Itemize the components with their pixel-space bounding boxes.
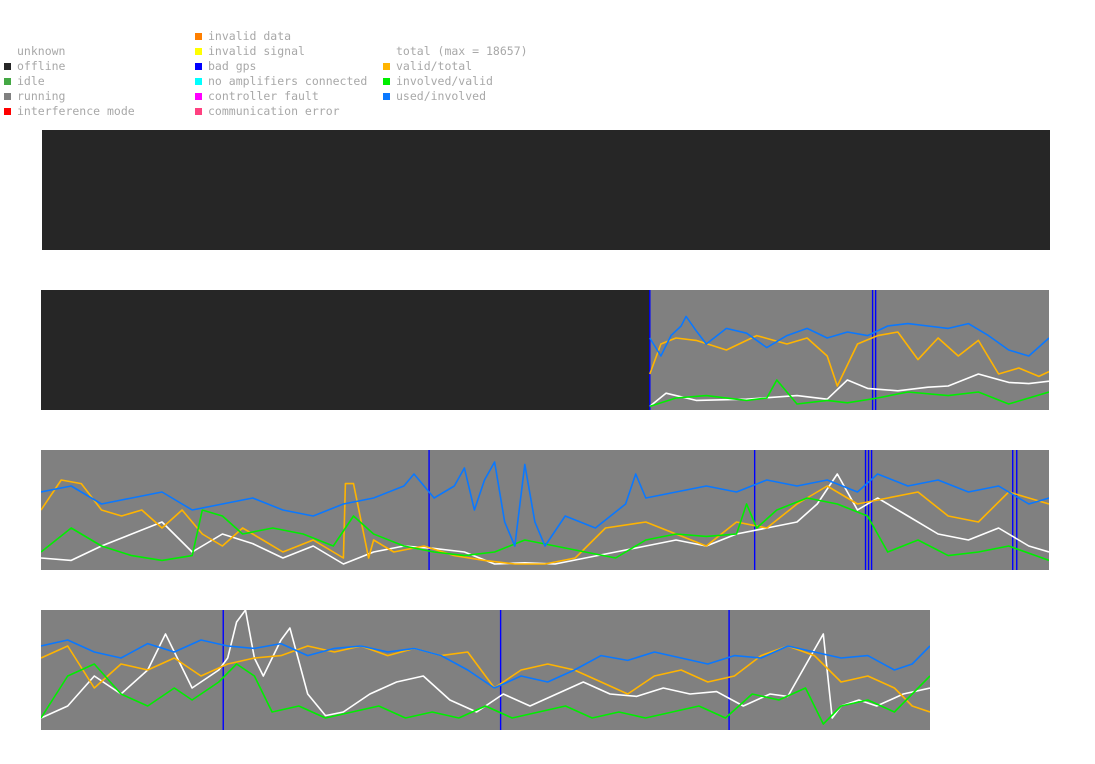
- legend-running: running: [4, 89, 65, 104]
- legend-swatch: [195, 93, 202, 100]
- legend-swatch: [195, 108, 202, 115]
- legend-unknown: unknown: [17, 44, 66, 58]
- legend-invalid-signal: invalid signal: [195, 44, 305, 59]
- legend-offline: offline: [4, 59, 65, 74]
- state-running: [41, 610, 930, 730]
- legend-controller-fault: controller fault: [195, 89, 319, 104]
- strip-3-plot: [41, 450, 1049, 570]
- legend-swatch: [4, 108, 11, 115]
- legend-swatch: [383, 93, 390, 100]
- strip-2-plot: [41, 290, 1049, 410]
- legend-no-amplifiers-connected: no amplifiers connected: [195, 74, 367, 89]
- legend-swatch: [195, 33, 202, 40]
- legend-swatch: [4, 78, 11, 85]
- legend-bad-gps: bad gps: [195, 59, 256, 74]
- strip-4: [41, 610, 930, 730]
- legend-swatch: [195, 63, 202, 70]
- strip-4-plot: [41, 610, 930, 730]
- legend-valid-total: valid/total: [383, 59, 472, 74]
- state-offline: [42, 130, 1050, 250]
- legend-interference-mode: interference mode: [4, 104, 135, 119]
- legend-communication-error: communication error: [195, 104, 340, 119]
- legend-swatch: [4, 63, 11, 70]
- strip-1: [42, 130, 1050, 250]
- legend-invalid-data: invalid data: [195, 29, 291, 44]
- state-running: [649, 290, 1049, 410]
- strip-1-plot: [42, 130, 1050, 250]
- legend-total: total (max = 18657): [396, 44, 528, 58]
- legend-swatch: [4, 93, 11, 100]
- strip-3: [41, 450, 1049, 570]
- legend-involved-valid: involved/valid: [383, 74, 493, 89]
- state-offline: [41, 290, 651, 410]
- legend-swatch: [383, 63, 390, 70]
- legend-swatch: [383, 78, 390, 85]
- legend-idle: idle: [4, 74, 45, 89]
- legend-swatch: [195, 78, 202, 85]
- legend-swatch: [195, 48, 202, 55]
- legend-used-involved: used/involved: [383, 89, 486, 104]
- strip-2: [41, 290, 1049, 410]
